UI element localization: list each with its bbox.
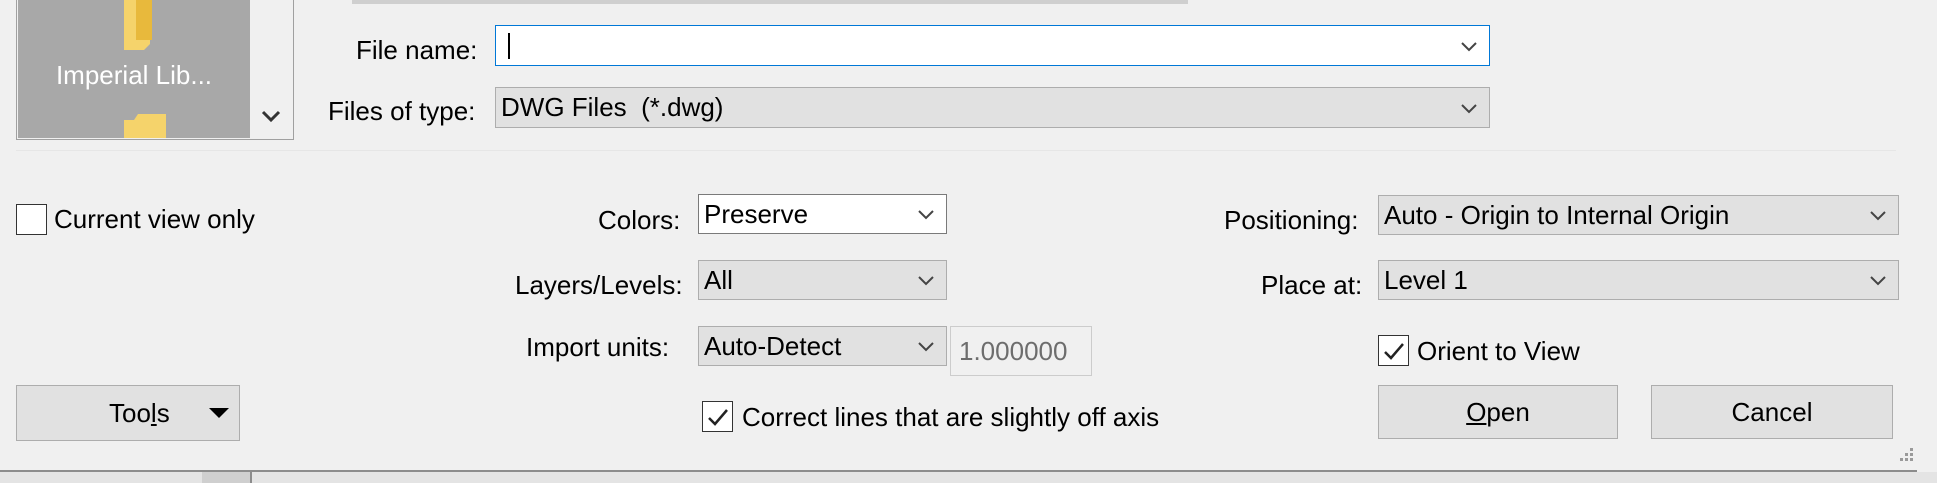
caret-down-icon [209,408,229,418]
positioning-value: Auto - Origin to Internal Origin [1384,199,1730,230]
import-units-value: Auto-Detect [704,330,842,361]
section-divider [16,150,1896,151]
current-view-only-label[interactable]: Current view only [54,204,255,234]
import-units-select[interactable]: Auto-Detect [698,326,947,366]
cancel-button-label: Cancel [1731,396,1813,427]
checkmark-icon [1383,342,1404,360]
colors-label: Colors: [598,205,681,235]
orient-to-view-label[interactable]: Orient to View [1417,336,1580,366]
place-at-value: Level 1 [1384,264,1468,295]
chevron-down-icon[interactable] [1449,101,1489,115]
import-scale-field: 1.000000 [950,326,1092,376]
current-view-only-checkbox[interactable] [16,204,47,235]
chevron-down-icon[interactable] [906,339,946,353]
resize-grip-icon[interactable] [1896,446,1916,466]
background-window-divider [202,472,252,483]
file-name-field[interactable] [495,25,1490,66]
correct-lines-label[interactable]: Correct lines that are slightly off axis [742,402,1159,432]
top-divider-bar [352,0,1188,4]
chevron-down-icon[interactable] [906,207,946,221]
import-units-label: Import units: [526,332,670,362]
positioning-select[interactable]: Auto - Origin to Internal Origin [1378,195,1899,235]
layers-levels-value: All [704,264,733,295]
tools-button[interactable]: Tools [16,385,240,441]
files-of-type-label: Files of type: [328,96,476,126]
folder-icon [124,114,166,138]
colors-select[interactable]: Preserve [698,194,947,234]
places-item-selected[interactable]: Imperial Lib... [18,0,250,138]
text-cursor [508,33,510,59]
files-of-type-value: DWG Files (*.dwg) [501,92,724,122]
layers-levels-label: Layers/Levels: [515,270,683,300]
orient-to-view-checkbox[interactable] [1378,335,1409,366]
colors-value: Preserve [704,198,809,229]
positioning-label: Positioning: [1224,205,1359,235]
chevron-down-icon[interactable] [1858,208,1898,222]
tools-button-label: Tools [109,398,170,428]
correct-lines-checkbox[interactable] [702,401,733,432]
checkmark-icon [707,408,728,426]
place-at-label: Place at: [1261,270,1363,300]
chevron-down-icon[interactable] [259,106,283,126]
places-panel[interactable]: Imperial Lib... [16,0,294,140]
folder-icon [124,0,152,50]
places-item-label: Imperial Lib... [55,60,213,90]
place-at-select[interactable]: Level 1 [1378,260,1899,300]
cancel-button[interactable]: Cancel [1651,385,1893,439]
background-window-strip [0,472,1937,483]
file-name-label: File name: [356,35,478,65]
chevron-down-icon[interactable] [906,273,946,287]
open-button-label: Open [1466,396,1530,427]
chevron-down-icon[interactable] [1449,39,1489,53]
layers-levels-select[interactable]: All [698,260,947,300]
files-of-type-select[interactable]: DWG Files (*.dwg) [495,87,1490,128]
chevron-down-icon[interactable] [1858,273,1898,287]
open-button[interactable]: Open [1378,385,1618,439]
